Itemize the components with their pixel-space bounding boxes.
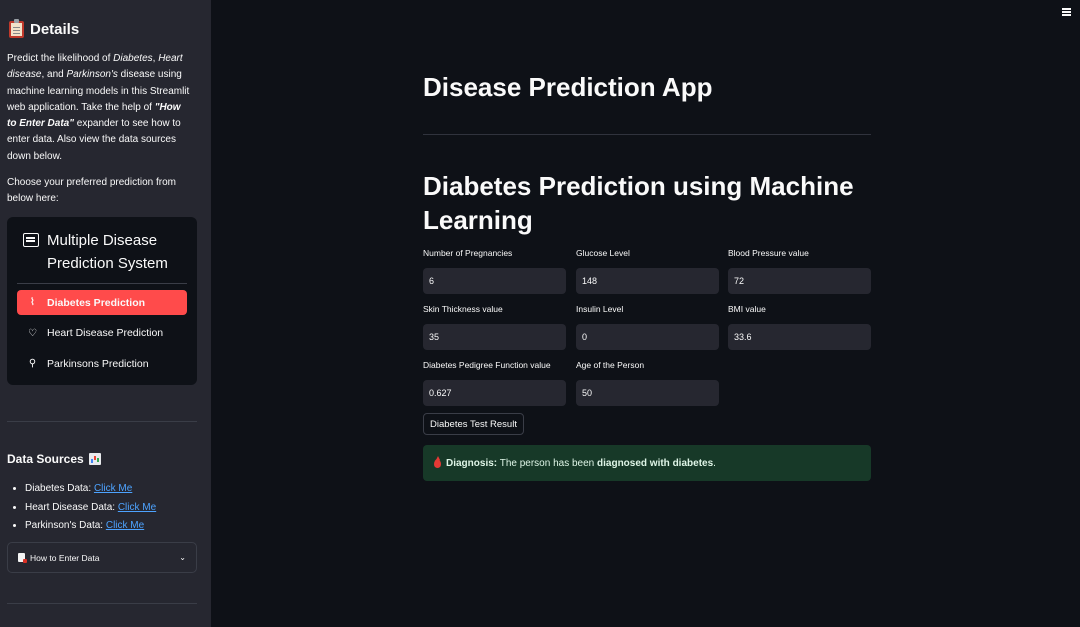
insulin-level-input[interactable]: 0: [576, 324, 719, 350]
skin-thickness-value-field: Skin Thickness value 35: [423, 304, 566, 350]
sidebar-divider-bottom: [7, 603, 197, 604]
insulin-level-label: Insulin Level: [576, 304, 624, 314]
skin-thickness-value-input[interactable]: 35: [423, 324, 566, 350]
diagnosis-text-before: The person has been: [497, 457, 598, 469]
data-sources-title-text: Data Sources: [7, 452, 84, 466]
sidebar-title-text: Details: [30, 21, 80, 38]
insulin-level-field: Insulin Level 0: [576, 304, 719, 350]
description-run: Parkinson's: [66, 69, 118, 81]
person-icon: ⚲: [28, 358, 37, 369]
glucose-level-label: Glucose Level: [576, 248, 630, 258]
sidebar-divider: [7, 421, 197, 422]
memo-icon: [18, 553, 27, 563]
sidebar-title: Details: [9, 19, 80, 38]
menu-divider: [17, 283, 187, 284]
option-menu: Multiple Disease Prediction System ⌇ Diab…: [7, 217, 197, 385]
data-source-link[interactable]: Click Me: [94, 483, 132, 494]
data-sources-list: Diabetes Data: Click MeHeart Disease Dat…: [25, 480, 156, 536]
data-source-label: Parkinson's Data:: [25, 520, 106, 531]
age-of-the-person-field: Age of the Person 50: [576, 360, 719, 406]
number-of-pregnancies-input[interactable]: 6: [423, 268, 566, 294]
description-run: Predict the likelihood of: [7, 53, 114, 64]
diagnosis-text-after: .: [713, 457, 716, 469]
activity-icon: ⌇: [30, 297, 35, 308]
bar-chart-icon: [88, 453, 101, 465]
main-divider: [423, 134, 871, 135]
data-source-link[interactable]: Click Me: [118, 502, 156, 513]
bmi-value-label: BMI value: [728, 304, 766, 314]
expander-label: How to Enter Data: [30, 552, 100, 563]
age-of-the-person-label: Age of the Person: [576, 360, 645, 370]
number-of-pregnancies-label: Number of Pregnancies: [423, 248, 513, 258]
menu-item-label: Parkinsons Prediction: [47, 357, 149, 370]
data-sources-title: Data Sources: [7, 452, 101, 466]
menu-item-heart-disease-prediction[interactable]: ♡ Heart Disease Prediction: [17, 321, 187, 346]
description-run: , and: [41, 69, 67, 81]
menu-header: Multiple Disease Prediction System: [17, 229, 187, 275]
list-icon: [23, 233, 39, 247]
description-run: Diabetes: [113, 53, 153, 64]
data-source-label: Heart Disease Data:: [25, 501, 118, 513]
sidebar: Details Predict the likelihood of Diabet…: [0, 0, 211, 627]
data-source-item: Diabetes Data: Click Me: [25, 480, 156, 499]
number-of-pregnancies-field: Number of Pregnancies 6: [423, 248, 566, 294]
sidebar-choose-text: Choose your preferred prediction from be…: [7, 177, 176, 205]
data-source-link[interactable]: Click Me: [106, 520, 144, 531]
menu-title: Multiple Disease Prediction System: [47, 232, 168, 272]
glucose-level-input[interactable]: 148: [576, 268, 719, 294]
skin-thickness-value-label: Skin Thickness value: [423, 304, 503, 314]
diabetes-pedigree-function-value-field: Diabetes Pedigree Function value 0.627: [423, 360, 566, 406]
main-menu-icon[interactable]: [1062, 8, 1071, 16]
diabetes-pedigree-function-value-input[interactable]: 0.627: [423, 380, 566, 406]
blood-pressure-value-field: Blood Pressure value 72: [728, 248, 871, 294]
diagnosis-alert: Diagnosis: The person has been diagnosed…: [423, 445, 871, 481]
how-to-enter-data-expander[interactable]: How to Enter Data ⌄: [7, 542, 197, 573]
chevron-down-icon: ⌄: [179, 553, 186, 562]
clipboard-icon: [9, 19, 24, 38]
drop-of-blood-icon: [434, 455, 441, 468]
diagnosis-text: Diagnosis: The person has been diagnosed…: [446, 458, 716, 469]
menu-item-diabetes-prediction[interactable]: ⌇ Diabetes Prediction: [17, 290, 187, 315]
menu-item-label: Heart Disease Prediction: [47, 327, 164, 339]
heart-icon: ♡: [28, 327, 37, 339]
glucose-level-field: Glucose Level 148: [576, 248, 719, 294]
section-title: Diabetes Prediction using Machine Learni…: [423, 171, 854, 235]
diabetes-test-result-button[interactable]: Diabetes Test Result: [423, 413, 524, 435]
diagnosis-text-bold: diagnosed with diabetes: [597, 457, 714, 469]
diagnosis-label: Diagnosis:: [446, 457, 498, 469]
blood-pressure-value-input[interactable]: 72: [728, 268, 871, 294]
menu-item-label: Diabetes Prediction: [47, 296, 146, 309]
bmi-value-field: BMI value 33.6: [728, 304, 871, 350]
blood-pressure-value-label: Blood Pressure value: [728, 248, 809, 258]
diabetes-pedigree-function-value-label: Diabetes Pedigree Function value: [423, 360, 551, 370]
page-title: Disease Prediction App: [423, 72, 713, 102]
sidebar-description: Predict the likelihood of Diabetes, Hear…: [7, 51, 192, 165]
bmi-value-input[interactable]: 33.6: [728, 324, 871, 350]
data-source-label: Diabetes Data:: [25, 483, 94, 494]
data-source-item: Heart Disease Data: Click Me: [25, 499, 156, 518]
age-of-the-person-input[interactable]: 50: [576, 380, 719, 406]
menu-item-parkinsons-prediction[interactable]: ⚲ Parkinsons Prediction: [17, 351, 187, 376]
data-source-item: Parkinson's Data: Click Me: [25, 517, 156, 536]
